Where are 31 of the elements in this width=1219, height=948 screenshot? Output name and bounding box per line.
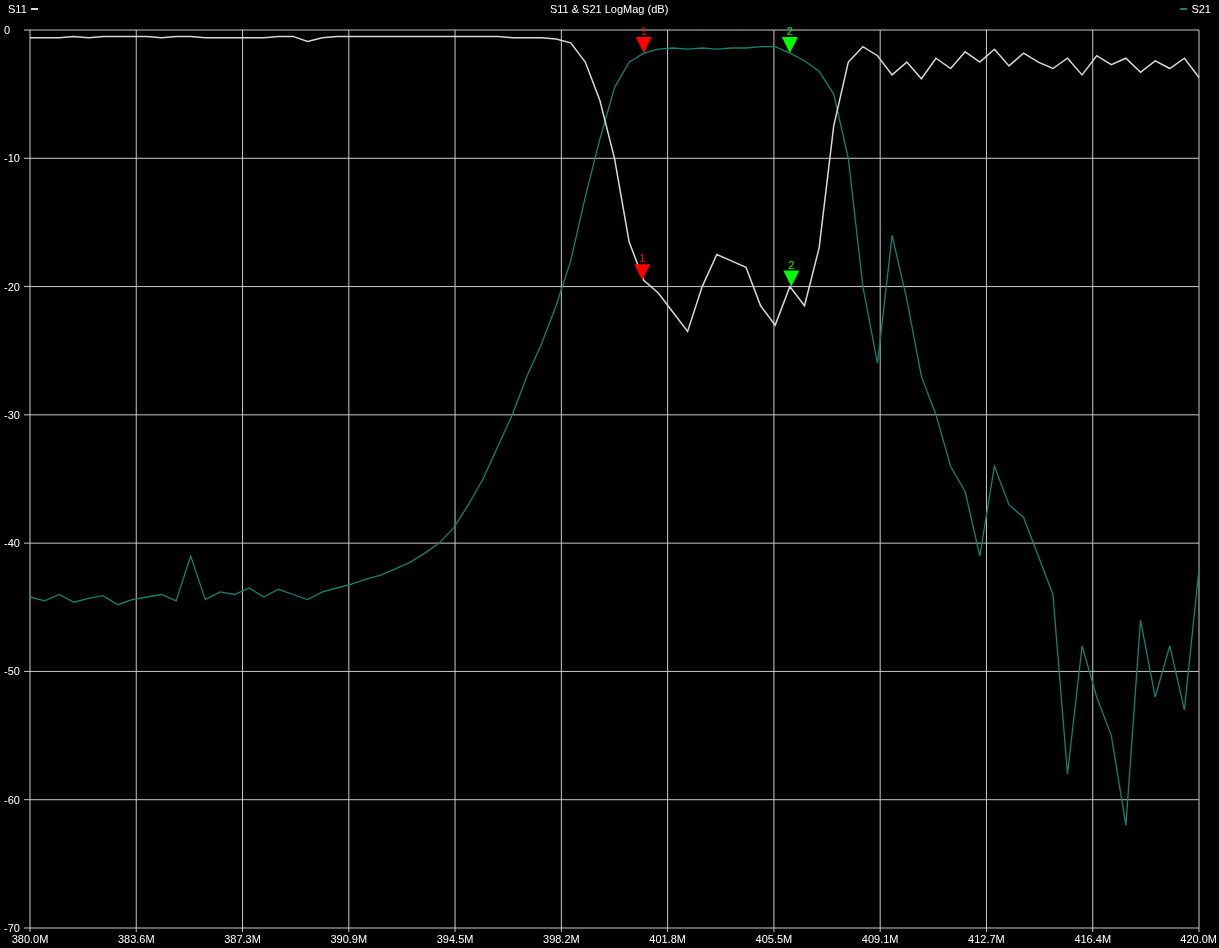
y-axis-label: -60 [4, 793, 20, 806]
marker-label: 2 [786, 25, 793, 38]
marker-icon[interactable] [781, 37, 798, 54]
x-axis-label: 394.5M [436, 933, 474, 945]
x-axis-label: 398.2M [543, 933, 580, 945]
marker-icon[interactable] [783, 270, 800, 287]
x-axis-label: 412.7M [968, 933, 1005, 945]
x-axis-label: 409.1M [861, 933, 899, 945]
marker-label: 1 [639, 252, 646, 265]
y-axis-label: 0 [4, 24, 11, 36]
x-axis-label: 390.9M [330, 933, 368, 945]
legend-label: S21 [1191, 3, 1211, 15]
y-axis-label: -10 [4, 152, 20, 165]
marker-icon[interactable] [634, 264, 651, 281]
x-axis-label: 401.8M [649, 933, 686, 945]
y-axis-label: -40 [4, 537, 20, 550]
marker-label: 1 [640, 25, 647, 38]
x-axis-label: 420.0M [1180, 933, 1217, 945]
x-axis-label: 405.5M [755, 933, 793, 945]
y-axis-label: -70 [4, 922, 20, 934]
y-axis-label: -30 [4, 408, 20, 421]
legend-label: S11 [8, 3, 27, 15]
x-axis-label: 416.4M [1074, 933, 1112, 945]
x-axis-label: 387.3M [224, 933, 261, 945]
marker-label: 2 [788, 258, 795, 271]
y-axis-label: -20 [4, 280, 20, 293]
x-axis-label: 380.0M [11, 933, 49, 945]
y-axis-label: -50 [4, 665, 20, 678]
marker-icon[interactable] [635, 37, 652, 54]
chart-title: S11 & S21 LogMag (dB) [549, 3, 669, 15]
x-axis-label: 383.6M [117, 933, 155, 945]
